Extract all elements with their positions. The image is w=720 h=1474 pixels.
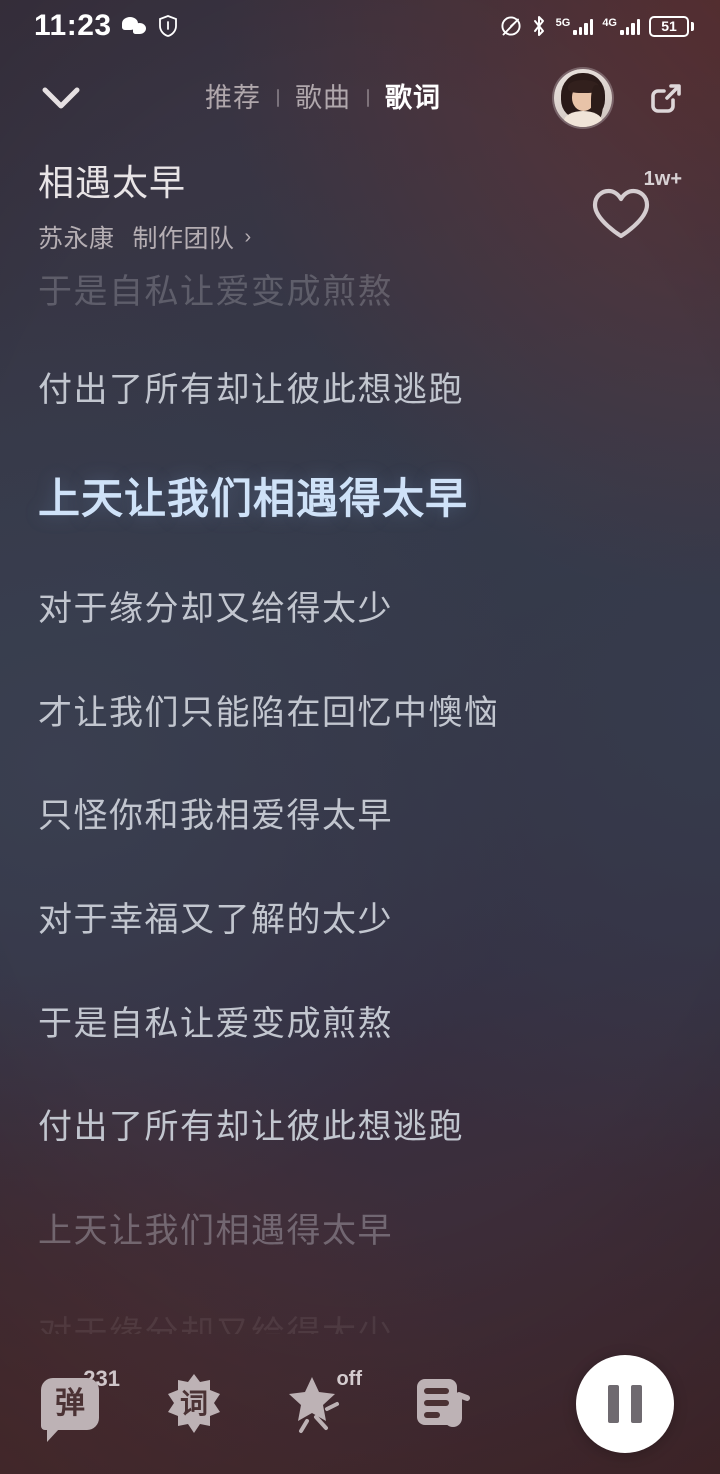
heart-icon [592,188,650,239]
playlist-button[interactable] [406,1368,478,1440]
like-button[interactable]: 1w+ [590,168,682,248]
signal-5g-indicator: 5G [555,16,594,35]
pause-bar-right [631,1385,642,1423]
lyric-line[interactable]: 只怪你和我相爱得太早 [38,794,682,840]
song-credits[interactable]: 制作团队 [133,219,235,255]
burst-badge-icon: 词 [163,1373,225,1435]
status-bar-right: 5G 4G 51 [500,15,694,37]
bottom-toolbar: 231 弹 词 off [0,1334,720,1474]
battery-percent: 51 [661,18,677,34]
tab-bar: 推荐 歌曲 歌词 [92,84,554,112]
dnd-icon [500,15,522,37]
song-header: 相遇太早 苏永康 制作团队 › 1w+ [0,160,720,255]
signal-bars-2 [620,18,640,35]
avatar[interactable] [554,69,612,127]
share-button[interactable] [638,70,694,126]
speech-bubble-icon: 弹 [41,1378,99,1442]
playlist-icon [417,1379,470,1427]
network-type-4g: 4G [602,16,617,29]
lyric-line[interactable]: 付出了所有却让彼此想逃跑 [38,1105,682,1151]
sound-effect-button[interactable]: off [282,1368,362,1440]
lyric-line[interactable]: 对于缘分却又给得太少 [38,587,682,633]
tab-song[interactable]: 歌曲 [279,84,367,112]
shield-icon [158,15,178,37]
lyric-line-active[interactable]: 上天让我们相遇得太早 [38,471,682,527]
music-player-lyrics-screen: 11:23 5G 4G 51 推荐 歌曲 歌词 相遇太早 苏永康 制作团队 › … [0,0,720,1474]
effect-state-label: off [336,1368,362,1390]
network-type-5g: 5G [555,16,571,29]
lyric-line[interactable]: 付出了所有却让彼此想逃跑 [38,368,682,414]
signal-bars-1 [573,18,594,35]
lyric-line[interactable]: 于是自私让爱变成煎熬 [38,270,682,316]
lyrics-panel[interactable]: 于是自私让爱变成煎熬 付出了所有却让彼此想逃跑 上天让我们相遇得太早 对于缘分却… [0,270,720,1334]
lyric-line[interactable]: 才让我们只能陷在回忆中懊恼 [38,691,682,737]
battery-indicator: 51 [649,15,694,37]
wechat-icon [121,16,148,36]
bottom-tools: 231 弹 词 off [34,1366,576,1442]
top-nav-bar: 推荐 歌曲 歌词 [0,60,720,136]
signal-4g-indicator: 4G [602,16,640,35]
play-pause-button[interactable] [576,1355,674,1453]
pause-bar-left [608,1385,619,1423]
avatar-body [564,111,602,127]
chevron-down-icon [42,87,80,109]
song-title: 相遇太早 [38,162,187,203]
danmaku-button[interactable]: 231 弹 [34,1366,120,1442]
collapse-player-button[interactable] [30,67,92,129]
song-meta: 相遇太早 苏永康 制作团队 › [38,160,590,255]
battery-cap [691,21,694,31]
lyrics-toggle-button[interactable]: 词 [158,1368,230,1440]
status-bar: 11:23 5G 4G 51 [0,0,720,52]
song-subtitle: 苏永康 制作团队 › [38,219,590,255]
song-artist[interactable]: 苏永康 [38,219,115,255]
share-icon [651,84,681,113]
status-clock: 11:23 [34,9,112,42]
lyric-line[interactable]: 上天让我们相遇得太早 [38,1209,682,1255]
status-bar-left: 11:23 [34,11,178,41]
lyric-line[interactable]: 对于幸福又了解的太少 [38,898,682,944]
tab-recommend[interactable]: 推荐 [189,84,277,112]
bluetooth-icon [531,15,547,37]
danmaku-label: 弹 [55,1386,85,1420]
lyrics-label: 词 [179,1388,208,1419]
lyric-line[interactable]: 于是自私让爱变成煎熬 [38,1002,682,1048]
tab-lyrics[interactable]: 歌词 [369,84,457,112]
lyric-line[interactable]: 对于缘分却又给得太少 [38,1312,682,1334]
battery-body: 51 [649,15,689,37]
credits-chevron-icon[interactable]: › [245,226,252,249]
